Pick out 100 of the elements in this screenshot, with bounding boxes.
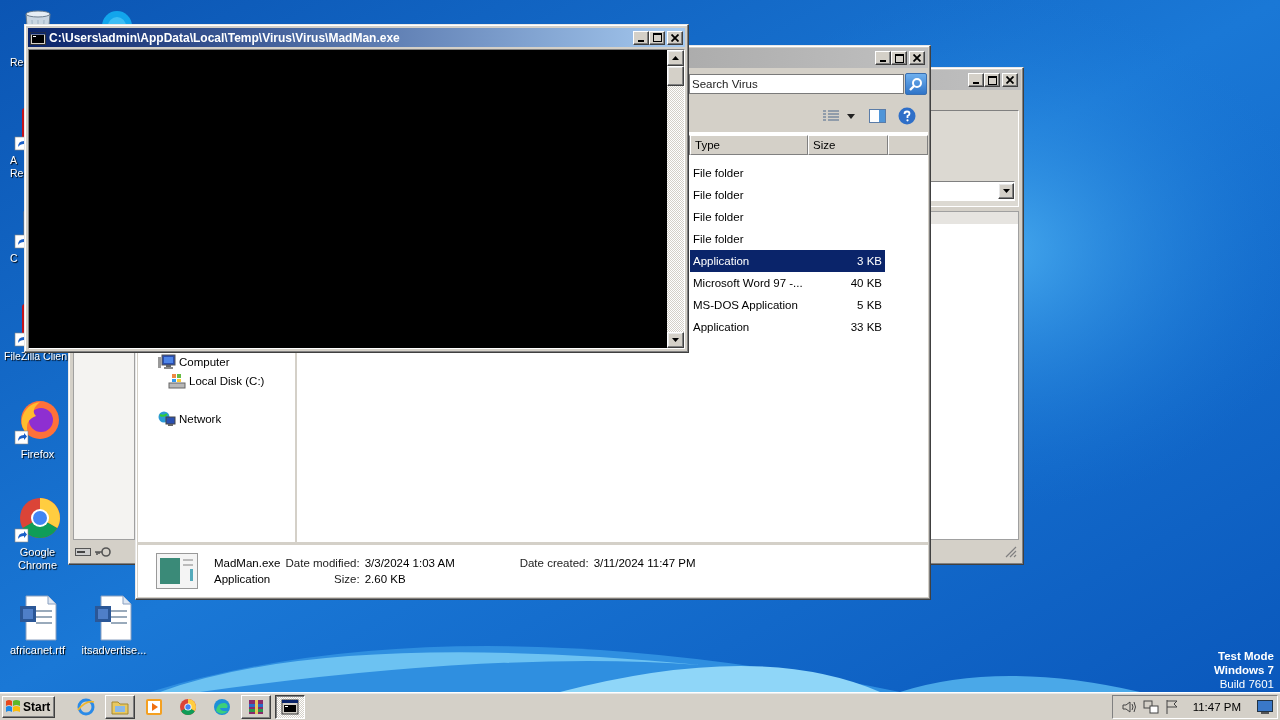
details-view-icon bbox=[823, 110, 839, 122]
column-header[interactable]: Type bbox=[690, 135, 808, 155]
windows-logo-icon bbox=[5, 699, 21, 714]
icon-label[interactable]: itsadvertise... bbox=[81, 644, 144, 657]
browser-icon bbox=[213, 697, 232, 716]
minimize-button[interactable] bbox=[875, 51, 891, 65]
key-icon bbox=[95, 547, 111, 557]
scroll-up-button[interactable] bbox=[667, 50, 684, 66]
preview-pane-button[interactable] bbox=[869, 109, 886, 123]
up-arrow-icon bbox=[672, 56, 679, 60]
caret-icon bbox=[847, 113, 855, 119]
file-row[interactable]: File folder bbox=[690, 228, 885, 250]
file-name: MadMan.exe bbox=[214, 557, 281, 569]
size-cell-text: 3 KB bbox=[856, 255, 883, 267]
close-button[interactable] bbox=[1002, 73, 1018, 87]
window-titlebar[interactable]: C:\Users\admin\AppData\Local\Temp\Virus\Virus\MadMan.exe bbox=[28, 28, 685, 47]
close-button[interactable] bbox=[667, 30, 683, 45]
os-notice: Build 7601 bbox=[1219, 677, 1274, 691]
field-label: Date modified: bbox=[285, 557, 360, 569]
file-type: Application bbox=[214, 573, 272, 585]
type-cell-text: File folder bbox=[692, 233, 745, 245]
file-row[interactable]: Application 33 KB bbox=[690, 316, 885, 338]
close-icon bbox=[671, 33, 679, 42]
icon-label[interactable]: FileZilla Clien bbox=[0, 350, 66, 363]
media-player-icon bbox=[145, 697, 164, 716]
column-header[interactable] bbox=[888, 135, 928, 155]
scroll-thumb[interactable] bbox=[667, 66, 684, 86]
size-cell-text: 40 KB bbox=[849, 277, 883, 289]
type-cell-text: Application bbox=[692, 255, 751, 267]
console-icon bbox=[30, 30, 46, 45]
nav-item[interactable]: Network bbox=[179, 412, 222, 425]
type-cell-text: File folder bbox=[692, 211, 745, 223]
network-icon[interactable] bbox=[1142, 698, 1159, 715]
computer-icon bbox=[158, 353, 176, 370]
field-value: 2.60 KB bbox=[364, 573, 407, 585]
browser-icon bbox=[77, 697, 96, 716]
browser-icon bbox=[179, 697, 198, 716]
type-cell-text: File folder bbox=[692, 167, 745, 179]
maximize-button[interactable] bbox=[649, 30, 665, 45]
archive-icon bbox=[247, 697, 266, 716]
views-dropdown-button[interactable] bbox=[847, 113, 855, 119]
show-desktop-icon[interactable] bbox=[1257, 699, 1273, 714]
disk-drive-icon bbox=[168, 372, 186, 389]
icon-label[interactable]: Google Chrome bbox=[6, 546, 69, 572]
browser-icon[interactable] bbox=[13, 398, 62, 446]
nav-item[interactable]: Computer bbox=[179, 355, 230, 368]
nav-item[interactable]: Local Disk (C:) bbox=[189, 374, 265, 387]
file-row[interactable]: Microsoft Word 97 -... 40 KB bbox=[690, 272, 885, 294]
maximize-icon bbox=[652, 33, 662, 42]
maximize-button[interactable] bbox=[984, 73, 1000, 87]
resize-grip-icon[interactable] bbox=[1005, 546, 1017, 558]
minimize-button[interactable] bbox=[633, 30, 649, 45]
file-row[interactable]: File folder bbox=[690, 206, 885, 228]
minimize-button[interactable] bbox=[968, 73, 984, 87]
icon-label[interactable]: africanet.rtf bbox=[10, 644, 65, 657]
maximize-button[interactable] bbox=[891, 51, 907, 65]
search-button[interactable] bbox=[905, 73, 927, 95]
application-icon bbox=[156, 553, 198, 589]
file-row[interactable]: Application 3 KB bbox=[690, 250, 885, 272]
file-row[interactable]: File folder bbox=[690, 162, 885, 184]
icon-label[interactable]: Firefox bbox=[20, 448, 55, 461]
close-icon bbox=[913, 54, 921, 62]
maximize-icon bbox=[894, 53, 904, 63]
browser-icon[interactable] bbox=[13, 496, 62, 544]
close-icon bbox=[1006, 76, 1014, 84]
drive-icon bbox=[75, 548, 91, 556]
column-header[interactable]: Size bbox=[808, 135, 888, 155]
down-arrow-icon bbox=[672, 338, 679, 342]
os-notice: Windows 7 bbox=[1214, 663, 1274, 677]
help-button[interactable] bbox=[898, 107, 916, 125]
flag-icon[interactable] bbox=[1164, 698, 1179, 715]
search-field[interactable]: Search Virus bbox=[689, 74, 904, 94]
caret-icon bbox=[1002, 189, 1010, 193]
console-icon bbox=[281, 697, 300, 716]
taskbar-button[interactable] bbox=[275, 694, 306, 719]
type-cell-text: Application bbox=[692, 321, 751, 333]
maximize-icon bbox=[987, 75, 997, 85]
type-cell-text: Microsoft Word 97 -... bbox=[692, 277, 804, 289]
start-button[interactable]: Start bbox=[2, 695, 56, 718]
field-label: Date created: bbox=[519, 557, 589, 569]
size-cell-text: 33 KB bbox=[849, 321, 883, 333]
network-icon bbox=[158, 410, 176, 427]
minimize-icon bbox=[880, 60, 886, 62]
icon-label[interactable]: C bbox=[0, 252, 18, 265]
file-row[interactable]: File folder bbox=[690, 184, 885, 206]
scroll-down-button[interactable] bbox=[667, 332, 684, 348]
field-value: 3/3/2024 1:03 AM bbox=[364, 557, 456, 569]
icon-label[interactable]: A Re bbox=[0, 154, 24, 180]
dropdown-button[interactable] bbox=[998, 183, 1014, 199]
field-value: 3/11/2024 11:47 PM bbox=[593, 557, 696, 569]
window-title: C:\Users\admin\AppData\Local\Temp\Virus\Virus\MadMan.exe bbox=[49, 30, 401, 45]
type-cell-text: File folder bbox=[692, 189, 745, 201]
type-cell-text: MS-DOS Application bbox=[692, 299, 799, 311]
icon-label[interactable]: Re bbox=[0, 56, 24, 69]
scrollbar[interactable] bbox=[667, 50, 684, 348]
help-icon bbox=[898, 107, 916, 125]
file-row[interactable]: MS-DOS Application 5 KB bbox=[690, 294, 885, 316]
speaker-icon[interactable] bbox=[1120, 698, 1137, 715]
clock[interactable]: 11:47 PM bbox=[1192, 700, 1241, 713]
close-button[interactable] bbox=[909, 51, 925, 65]
